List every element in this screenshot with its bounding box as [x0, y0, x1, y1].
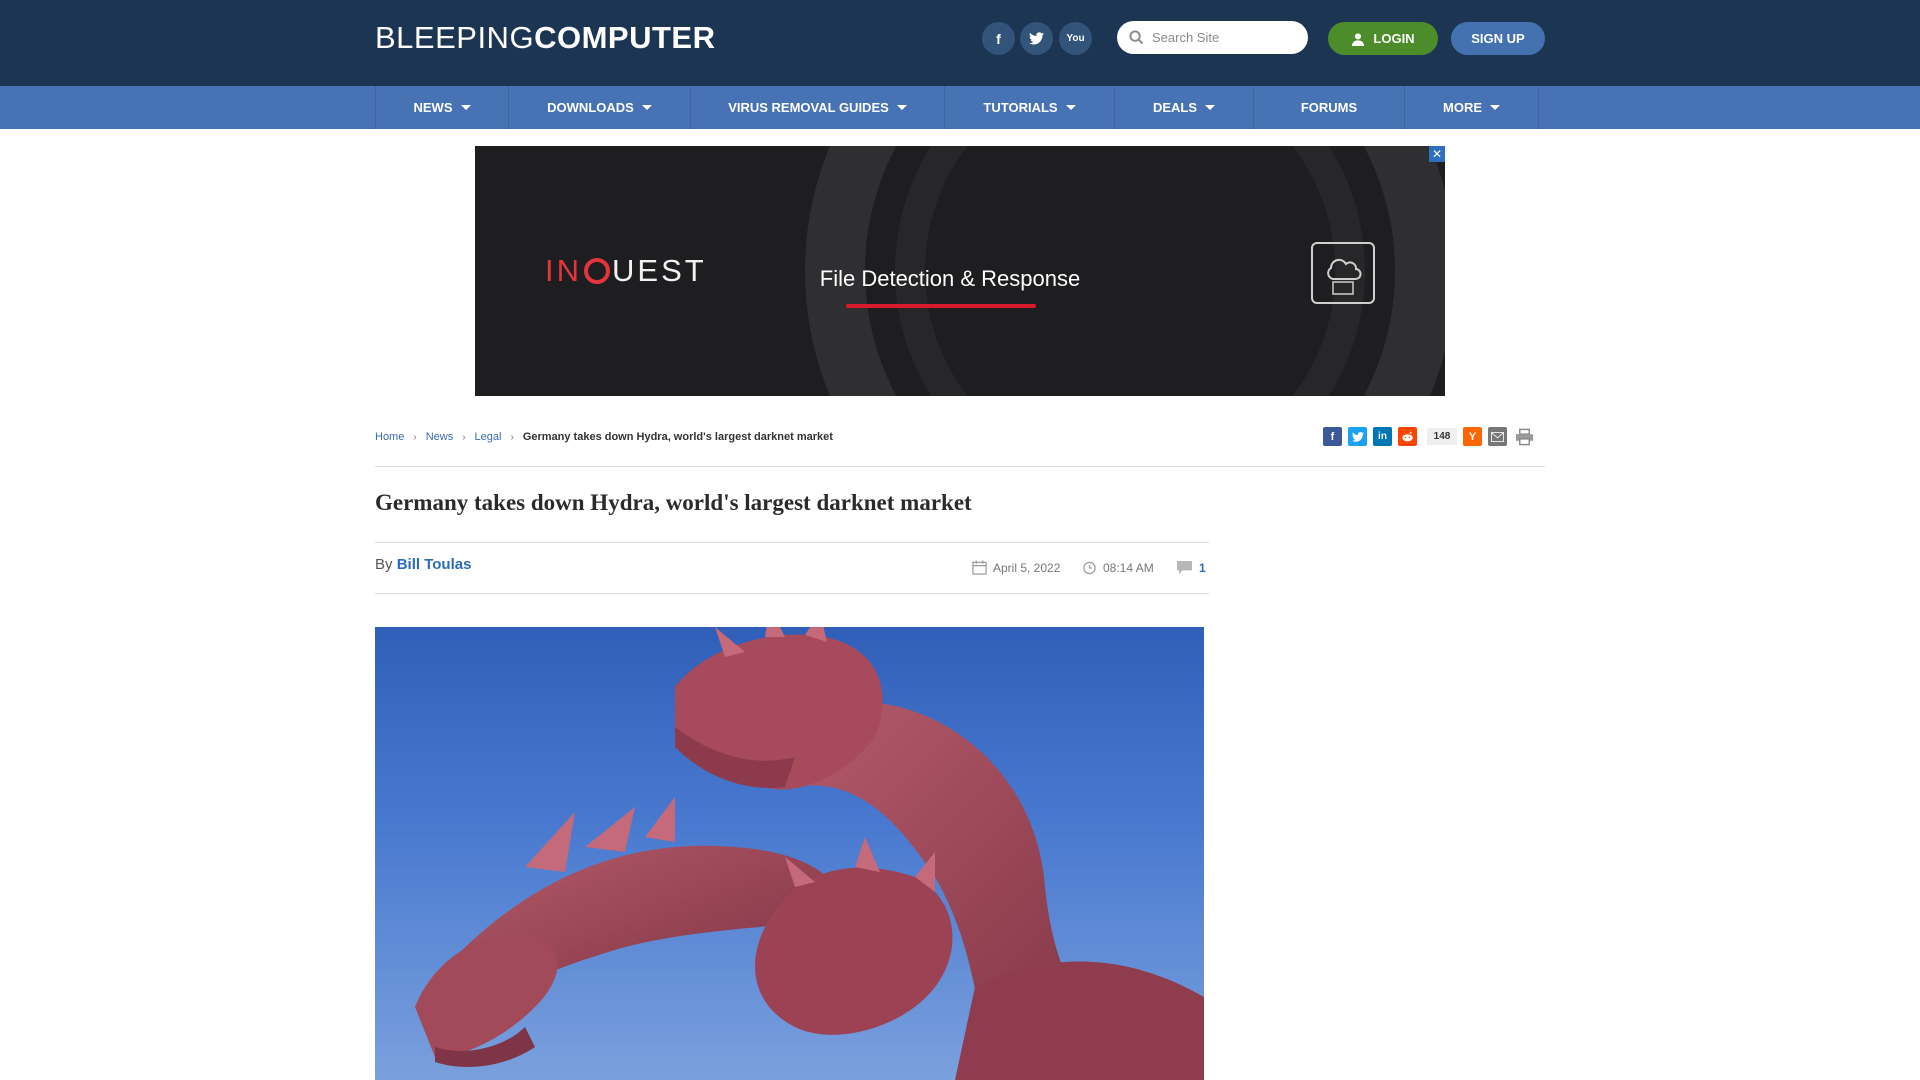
hydra-statue-image — [415, 627, 1204, 1080]
nav-label: MORE — [1443, 100, 1482, 115]
hacker-news-share-icon[interactable]: Y — [1463, 427, 1482, 446]
magnifier-icon — [584, 258, 610, 284]
breadcrumb: Home › News › Legal › Germany takes down… — [375, 429, 833, 445]
search-input[interactable] — [1152, 30, 1292, 45]
article-comments[interactable]: 1 — [1176, 560, 1206, 575]
ad-underline — [846, 304, 1036, 308]
breadcrumb-current: Germany takes down Hydra, world's larges… — [522, 431, 833, 443]
nav-label: DEALS — [1152, 100, 1198, 115]
facebook-icon[interactable]: f — [982, 22, 1015, 55]
reddit-share-icon[interactable] — [1398, 427, 1417, 446]
nav-label: DOWNLOADS — [547, 100, 634, 115]
nav-label: FORUMS — [1300, 100, 1358, 115]
twitter-icon[interactable] — [1020, 22, 1053, 55]
main-nav: NEWS DOWNLOADS VIRUS REMOVAL GUIDES TUTO… — [0, 86, 1920, 129]
search-icon — [1129, 30, 1144, 45]
search-box[interactable] — [1117, 21, 1308, 54]
chevron-right-icon: › — [510, 431, 514, 443]
author-link[interactable]: Bill Toulas — [397, 556, 472, 573]
breadcrumb-news[interactable]: News — [426, 431, 454, 443]
signup-label: SIGN UP — [1471, 31, 1525, 46]
nav-label: NEWS — [413, 100, 453, 115]
nav-item-downloads[interactable]: DOWNLOADS — [509, 86, 691, 129]
logo-bold-text: COMPUTER — [534, 20, 716, 55]
advertisement-banner[interactable]: IN UEST File Detection & Response — [475, 146, 1445, 396]
time-text: 08:14 AM — [1103, 560, 1154, 575]
article-time: 08:14 AM — [1082, 560, 1154, 575]
youtube-icon[interactable]: You — [1059, 22, 1092, 55]
print-icon[interactable] — [1515, 427, 1534, 446]
ad-tagline: File Detection & Response — [819, 266, 1081, 291]
chevron-right-icon: › — [413, 431, 417, 443]
login-button[interactable]: LOGIN — [1328, 22, 1438, 55]
nav-label: VIRUS REMOVAL GUIDES — [728, 100, 889, 115]
nav-item-deals[interactable]: DEALS — [1115, 86, 1254, 129]
signup-button[interactable]: SIGN UP — [1451, 22, 1545, 55]
logo-light-text: BLEEPING — [375, 20, 535, 55]
by-label: By — [375, 556, 393, 573]
twitter-share-icon[interactable] — [1348, 427, 1367, 446]
chevron-down-icon — [896, 105, 907, 110]
article-hero-image — [375, 627, 1204, 1080]
nav-label: TUTORIALS — [983, 100, 1058, 115]
email-icon[interactable] — [1488, 427, 1507, 446]
comment-count[interactable]: 1 — [1199, 561, 1206, 575]
ad-brand-logo: IN UEST — [545, 253, 707, 289]
nav-item-virus-removal-guides[interactable]: VIRUS REMOVAL GUIDES — [691, 86, 945, 129]
nav-item-more[interactable]: MORE — [1405, 86, 1539, 129]
divider — [375, 466, 1545, 467]
login-label: LOGIN — [1373, 31, 1415, 46]
article-title: Germany takes down Hydra, world's larges… — [375, 490, 972, 515]
chevron-down-icon — [1065, 105, 1076, 110]
ad-brand-prefix: IN — [545, 253, 582, 288]
byline: By Bill Toulas — [375, 556, 471, 573]
date-text: April 5, 2022 — [993, 560, 1061, 575]
user-icon — [1352, 32, 1365, 46]
divider — [375, 542, 1209, 543]
article-date: April 5, 2022 — [972, 560, 1060, 575]
divider — [375, 593, 1209, 594]
breadcrumb-legal[interactable]: Legal — [475, 431, 502, 443]
chevron-right-icon: › — [462, 431, 466, 443]
chevron-down-icon — [460, 105, 471, 110]
ad-close-button[interactable]: ✕ — [1429, 146, 1445, 162]
breadcrumb-home[interactable]: Home — [375, 431, 404, 443]
chevron-down-icon — [1205, 105, 1216, 110]
cloud-file-icon — [1311, 242, 1375, 304]
nav-item-news[interactable]: NEWS — [375, 86, 509, 129]
site-logo[interactable]: BLEEPING COMPUTER — [375, 20, 716, 55]
chevron-down-icon — [1490, 105, 1500, 110]
calendar-icon — [972, 560, 987, 575]
facebook-share-icon[interactable]: f — [1323, 427, 1342, 446]
clock-icon — [1083, 561, 1096, 575]
linkedin-share-icon[interactable]: in — [1373, 427, 1392, 446]
nav-item-forums[interactable]: FORUMS — [1254, 86, 1405, 129]
share-count: 148 — [1427, 428, 1457, 445]
chevron-down-icon — [641, 105, 652, 110]
site-header: BLEEPINGCOMPUTER f You LOGIN SIGN UP — [0, 0, 1920, 86]
ad-brand-suffix: UEST — [612, 253, 707, 288]
comment-icon — [1177, 560, 1192, 575]
nav-item-tutorials[interactable]: TUTORIALS — [945, 86, 1115, 129]
